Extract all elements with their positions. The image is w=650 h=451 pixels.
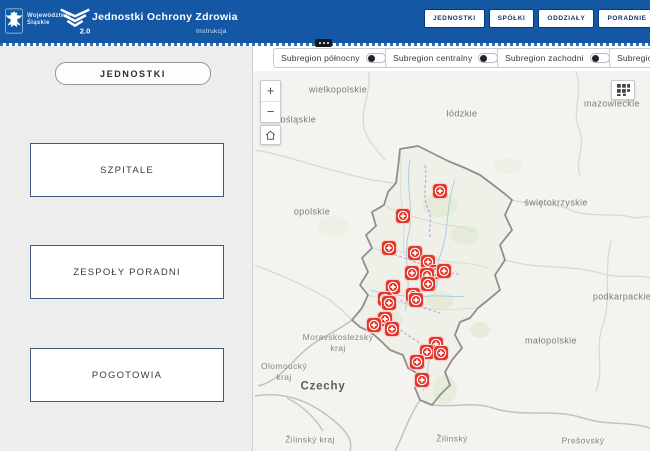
- sidebar-button-pogotowia[interactable]: POGOTOWIA: [30, 348, 224, 402]
- subregion-toggle-subregion-północny[interactable]: Subregion północny: [273, 48, 394, 68]
- health-unit-marker[interactable]: [436, 263, 453, 280]
- health-unit-marker[interactable]: [395, 208, 412, 225]
- medical-cross-icon: [433, 345, 450, 362]
- health-unit-marker[interactable]: [408, 292, 425, 309]
- medical-cross-icon: [381, 240, 398, 257]
- header-nav-jednostki[interactable]: JEDNOSTKI: [424, 9, 485, 28]
- map-label-łódzkie: łódzkie: [447, 109, 478, 120]
- home-icon: [264, 129, 277, 142]
- medical-cross-icon: [414, 372, 431, 389]
- subregion-toggle-subregion-centralny[interactable]: Subregion centralny: [385, 48, 506, 68]
- header-nav-poradnie[interactable]: PORADNIE: [598, 9, 650, 28]
- shield-2-0-logo: 2.0: [56, 5, 94, 36]
- map-label-czechy: Czechy: [300, 382, 345, 393]
- header-bar: Województwo Śląskie 2.0 Jednostki Ochron…: [0, 0, 650, 43]
- medical-cross-icon: [395, 208, 412, 225]
- instruction-link[interactable]: Instrukcja: [196, 28, 227, 35]
- basemap-grid-icon: [617, 84, 630, 96]
- medical-cross-icon: [409, 354, 426, 371]
- sidebar: JEDNOSTKI SZPITALE ZESPOŁY PORADNI POGOTOW…: [0, 46, 253, 451]
- more-filters-expander[interactable]: [315, 39, 332, 47]
- toggle-switch[interactable]: [366, 53, 386, 63]
- health-unit-marker[interactable]: [409, 354, 426, 371]
- header-nav-oddziały[interactable]: ODDZIAŁY: [538, 9, 594, 28]
- health-unit-marker[interactable]: [433, 345, 450, 362]
- health-unit-marker[interactable]: [414, 372, 431, 389]
- health-unit-marker[interactable]: [381, 295, 398, 312]
- sidebar-button-szpitale[interactable]: SZPITALE: [30, 143, 224, 197]
- health-unit-marker[interactable]: [384, 321, 401, 338]
- app-title: Jednostki Ochrony Zdrowia: [92, 11, 238, 23]
- medical-cross-icon: [432, 183, 449, 200]
- subregion-toggle-label: Subregion centralny: [393, 53, 472, 63]
- toggle-switch[interactable]: [590, 53, 610, 63]
- subregion-toggle-subregion[interactable]: Subregion: [609, 48, 650, 68]
- health-unit-marker[interactable]: [432, 183, 449, 200]
- sidebar-button-zespoły-poradni[interactable]: ZESPOŁY PORADNI: [30, 245, 224, 299]
- logo-version-text: 2.0: [80, 26, 91, 35]
- filters-bar: Subregion północny Subregion centralny Sub…: [253, 46, 650, 71]
- subregion-toggle-label: Subregion: [617, 53, 650, 63]
- toggle-knob: [480, 55, 487, 62]
- dot-icon: [327, 42, 329, 44]
- map-label-opolskie: opolskie: [294, 207, 330, 218]
- health-unit-marker[interactable]: [381, 240, 398, 257]
- subregion-toggle-label: Subregion północny: [281, 53, 360, 63]
- subregion-toggle-label: Subregion zachodni: [505, 53, 584, 63]
- map-label-žilinský-kraj: Žilinský kraj: [285, 435, 335, 446]
- map-canvas[interactable]: + − wielkopolskiedolnośląskiełódzkiemazo…: [253, 46, 650, 451]
- header-nav: JEDNOSTKISPÓŁKIODDZIAŁYPORADNIE: [424, 9, 650, 28]
- medical-cross-icon: [408, 292, 425, 309]
- map-zoom-controls: + −: [260, 80, 281, 123]
- voivodeship-eagle-logo: [5, 7, 23, 35]
- home-button[interactable]: [260, 125, 281, 145]
- basemap-button[interactable]: [611, 80, 635, 100]
- map-label-moravskoslezský-kraj: Moravskoslezskýkraj: [303, 332, 374, 354]
- zoom-out-button[interactable]: −: [261, 102, 280, 122]
- header-nav-spółki[interactable]: SPÓŁKI: [489, 9, 535, 28]
- medical-cross-icon: [366, 317, 383, 334]
- zoom-in-button[interactable]: +: [261, 81, 280, 101]
- medical-cross-icon: [420, 276, 437, 293]
- map-label-małopolskie: małopolskie: [525, 336, 577, 347]
- map-label-świętokrzyskie: świętokrzyskie: [524, 198, 588, 209]
- map-label-wielkopolskie: wielkopolskie: [309, 85, 367, 96]
- map-label-prešovský: Prešovský: [562, 436, 605, 447]
- medical-cross-icon: [436, 263, 453, 280]
- health-unit-marker[interactable]: [420, 276, 437, 293]
- map-label-žilinský: Žilinský: [436, 434, 468, 445]
- dot-icon: [319, 42, 321, 44]
- toggle-knob: [368, 55, 375, 62]
- medical-cross-icon: [381, 295, 398, 312]
- app-window: Województwo Śląskie 2.0 Jednostki Ochron…: [0, 0, 650, 451]
- dot-icon: [323, 42, 325, 44]
- medical-cross-icon: [384, 321, 401, 338]
- map-label-podkarpackie: podkarpackie: [593, 292, 650, 303]
- subregion-toggle-subregion-zachodni[interactable]: Subregion zachodni: [497, 48, 618, 68]
- health-unit-marker[interactable]: [366, 317, 383, 334]
- sidebar-group-jednostki[interactable]: JEDNOSTKI: [55, 62, 211, 85]
- map-label-mazowieckie: mazowieckie: [584, 99, 640, 110]
- toggle-switch[interactable]: [478, 53, 498, 63]
- toggle-knob: [592, 55, 599, 62]
